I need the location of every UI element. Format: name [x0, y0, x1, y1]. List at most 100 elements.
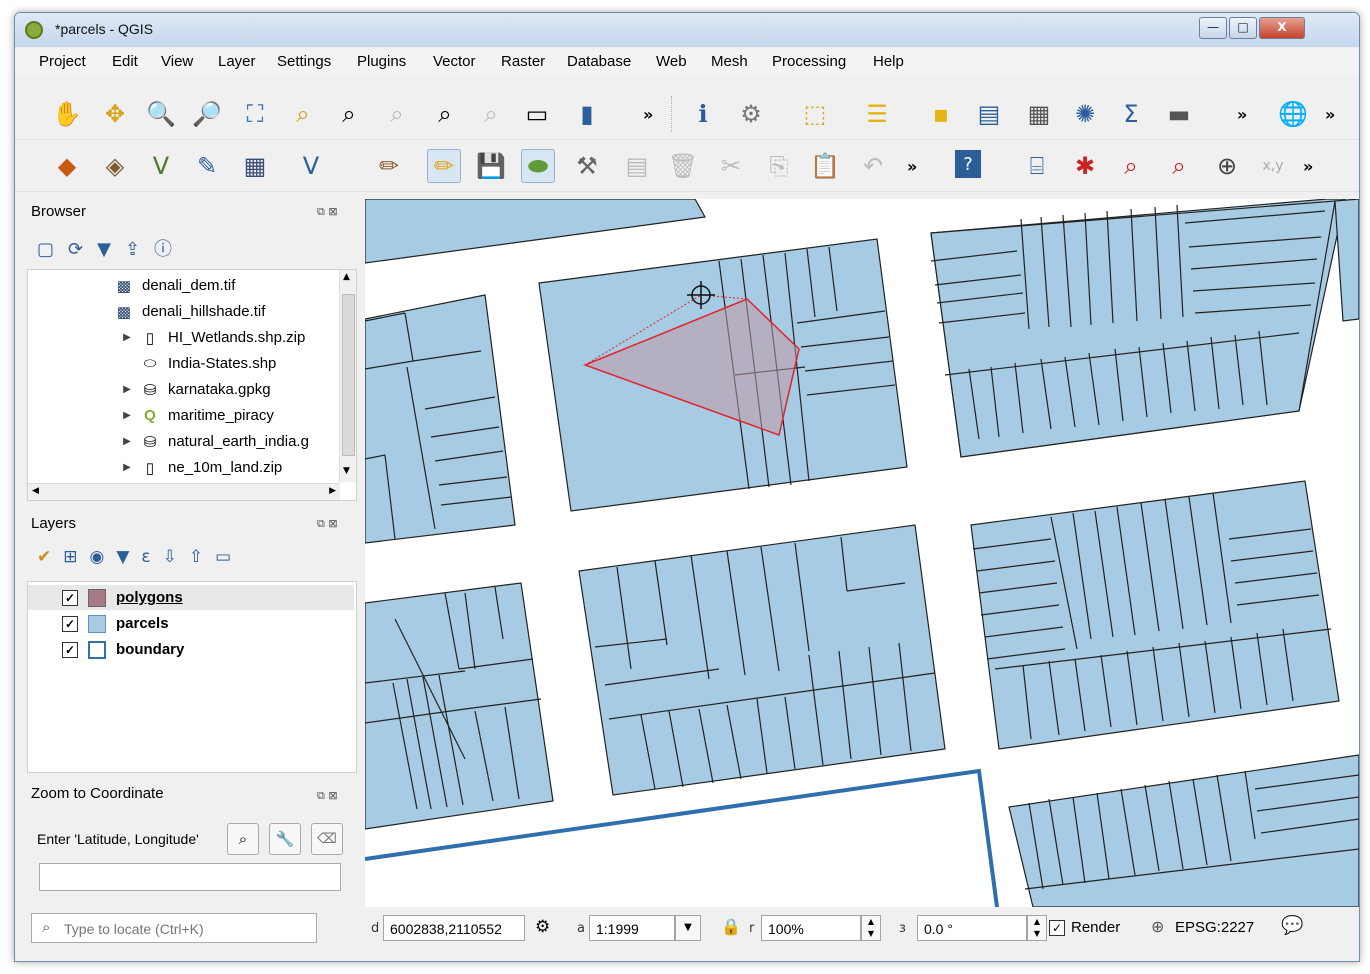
pan-icon[interactable]: ✋: [51, 98, 83, 130]
maximize-button[interactable]: □: [1229, 17, 1257, 39]
globe-icon[interactable]: ⊕: [1211, 150, 1243, 182]
render-checkbox[interactable]: ✓: [1049, 920, 1065, 936]
browser-item[interactable]: ▶ ⛁ natural_earth_india.g: [120, 429, 309, 454]
panel-float-icon[interactable]: ⧉ ⊠: [317, 789, 338, 803]
layer-row-polygons[interactable]: ✓ polygons: [28, 585, 354, 610]
menu-web[interactable]: Web: [656, 53, 687, 70]
expand-arrow-icon[interactable]: ▶: [120, 462, 134, 473]
zoom-to-coordinate-button[interactable]: ⌕: [227, 823, 259, 855]
layer-visibility-checkbox[interactable]: ✓: [62, 641, 78, 658]
expand-arrow-icon[interactable]: ▶: [120, 332, 134, 343]
measure-icon[interactable]: ▬: [1163, 98, 1195, 130]
add-group-icon[interactable]: ⊞: [63, 547, 89, 567]
menu-processing[interactable]: Processing: [772, 53, 846, 70]
expand-arrow-icon[interactable]: ▶: [120, 410, 134, 421]
minimize-button[interactable]: —: [1199, 17, 1227, 39]
current-edits-icon[interactable]: ✏: [373, 150, 405, 182]
cut-features-icon[interactable]: ✂: [715, 150, 747, 182]
zoom-next-icon[interactable]: ⌕: [475, 98, 507, 130]
map-svg[interactable]: [365, 199, 1359, 907]
statistics-sigma-icon[interactable]: Σ: [1115, 98, 1147, 130]
zoom-to-layer-icon[interactable]: ⌕: [333, 98, 365, 130]
browser-item[interactable]: ▶ ▯ ne_10m_land.zip: [120, 455, 282, 480]
menu-help[interactable]: Help: [873, 53, 904, 70]
add-vector-icon[interactable]: V: [145, 150, 177, 182]
toolbar-overflow-icon[interactable]: »: [907, 157, 917, 176]
menu-settings[interactable]: Settings: [277, 53, 331, 70]
scrollbar-thumb[interactable]: [342, 294, 355, 456]
bookmark-icon[interactable]: ▮: [571, 98, 603, 130]
close-button[interactable]: X: [1259, 17, 1305, 39]
magnifier-spinner[interactable]: ▲ ▼: [861, 915, 881, 941]
clear-icon[interactable]: ⌫: [311, 823, 343, 855]
zoom-in-icon[interactable]: 🔍: [145, 98, 177, 130]
wrench-icon[interactable]: 🔧: [269, 823, 301, 855]
collapse-all-icon[interactable]: ⇧: [189, 547, 215, 567]
browser-item[interactable]: ▶ ⛁ karnataka.gpkg: [120, 377, 270, 402]
save-edits-icon[interactable]: 💾: [475, 150, 507, 182]
vertical-scrollbar[interactable]: ▲ ▼: [339, 270, 356, 482]
scroll-right-icon[interactable]: ▶: [329, 486, 336, 496]
scroll-up-icon[interactable]: ▲: [343, 272, 350, 282]
locator-input[interactable]: [62, 917, 306, 941]
menu-view[interactable]: View: [161, 53, 193, 70]
xy-coordinate-icon[interactable]: x,y: [1257, 150, 1289, 182]
lock-scale-icon[interactable]: 🔒: [721, 917, 741, 936]
expand-arrow-icon[interactable]: ▶: [120, 436, 134, 447]
field-calculator-icon[interactable]: ▦: [1023, 98, 1055, 130]
deselect-icon[interactable]: ▪: [925, 98, 957, 130]
menu-project[interactable]: Project: [39, 53, 86, 70]
menu-vector[interactable]: Vector: [433, 53, 476, 70]
pan-to-selection-icon[interactable]: ✥: [99, 98, 131, 130]
scale-field[interactable]: 1:1999: [589, 915, 675, 941]
action-gear-icon[interactable]: ⚙: [735, 98, 767, 130]
select-features-icon[interactable]: ⬚: [799, 98, 831, 130]
scale-dropdown-icon[interactable]: ▼: [675, 915, 701, 941]
browser-item[interactable]: ▶ Qmaritime_piracy: [120, 403, 274, 428]
panel-float-icon[interactable]: ⧉ ⊠: [317, 517, 338, 531]
layer-row-boundary[interactable]: ✓ boundary: [28, 637, 184, 662]
add-delimited-text-icon[interactable]: ✎: [191, 150, 223, 182]
browser-item[interactable]: ⬭ India-States.shp: [140, 351, 277, 376]
messages-icon[interactable]: 💬: [1281, 915, 1303, 936]
rotation-spinner[interactable]: ▲ ▼: [1027, 915, 1047, 941]
map-annotation-icon[interactable]: ✱: [1069, 150, 1101, 182]
toolbar-overflow-icon[interactable]: »: [1325, 105, 1335, 124]
filter-icon[interactable]: ▼: [97, 239, 125, 260]
browser-item[interactable]: ▩ denali_hillshade.tif: [114, 299, 266, 324]
map-tips-icon[interactable]: ⌸: [1021, 150, 1053, 182]
menu-database[interactable]: Database: [567, 53, 631, 70]
coordinate-input[interactable]: [39, 863, 341, 891]
toggle-extents-icon[interactable]: ⚙: [535, 917, 550, 937]
add-polygon-icon[interactable]: ⬬: [521, 149, 555, 183]
toggle-editing-icon[interactable]: ✏: [427, 149, 461, 183]
expand-arrow-icon[interactable]: ▶: [120, 384, 134, 395]
identify-icon[interactable]: ℹ: [687, 98, 719, 130]
toolbar-overflow-icon[interactable]: »: [643, 105, 653, 124]
delete-selected-icon[interactable]: 🗑: [667, 150, 699, 182]
layer-visibility-checkbox[interactable]: ✓: [62, 589, 78, 606]
undo-icon[interactable]: ↶: [857, 150, 889, 182]
zoom-full-icon[interactable]: ⛶: [239, 98, 271, 130]
zoom-last-icon[interactable]: ⌕: [429, 98, 461, 130]
copy-features-icon[interactable]: ⎘: [763, 150, 795, 182]
select-by-value-icon[interactable]: ☰: [861, 98, 893, 130]
coordinate-field[interactable]: 6002838,2110552: [383, 915, 525, 941]
web-globe-icon[interactable]: 🌐: [1277, 98, 1309, 130]
toolbar-overflow-icon[interactable]: »: [1237, 105, 1247, 124]
search-feature-icon[interactable]: ⌕: [1163, 150, 1195, 182]
manage-map-themes-icon[interactable]: ◉: [90, 547, 117, 567]
new-map-view-icon[interactable]: ▭: [521, 98, 553, 130]
menu-edit[interactable]: Edit: [112, 53, 138, 70]
modify-attributes-icon[interactable]: ▤: [621, 150, 653, 182]
browser-item[interactable]: ▶ ▯ HI_Wetlands.shp.zip: [120, 325, 305, 350]
locator-box[interactable]: ⌕: [31, 913, 317, 943]
crs-label[interactable]: EPSG:2227: [1175, 919, 1254, 936]
refresh-icon[interactable]: ⟳: [68, 239, 97, 260]
add-virtual-layer-icon[interactable]: V: [295, 150, 327, 182]
scroll-left-icon[interactable]: ◀: [32, 486, 39, 496]
layer-row-parcels[interactable]: ✓ parcels: [28, 611, 169, 636]
remove-layer-icon[interactable]: ▭: [215, 547, 243, 567]
zoom-to-selection-icon[interactable]: ⌕: [287, 98, 319, 130]
menu-plugins[interactable]: Plugins: [357, 53, 406, 70]
